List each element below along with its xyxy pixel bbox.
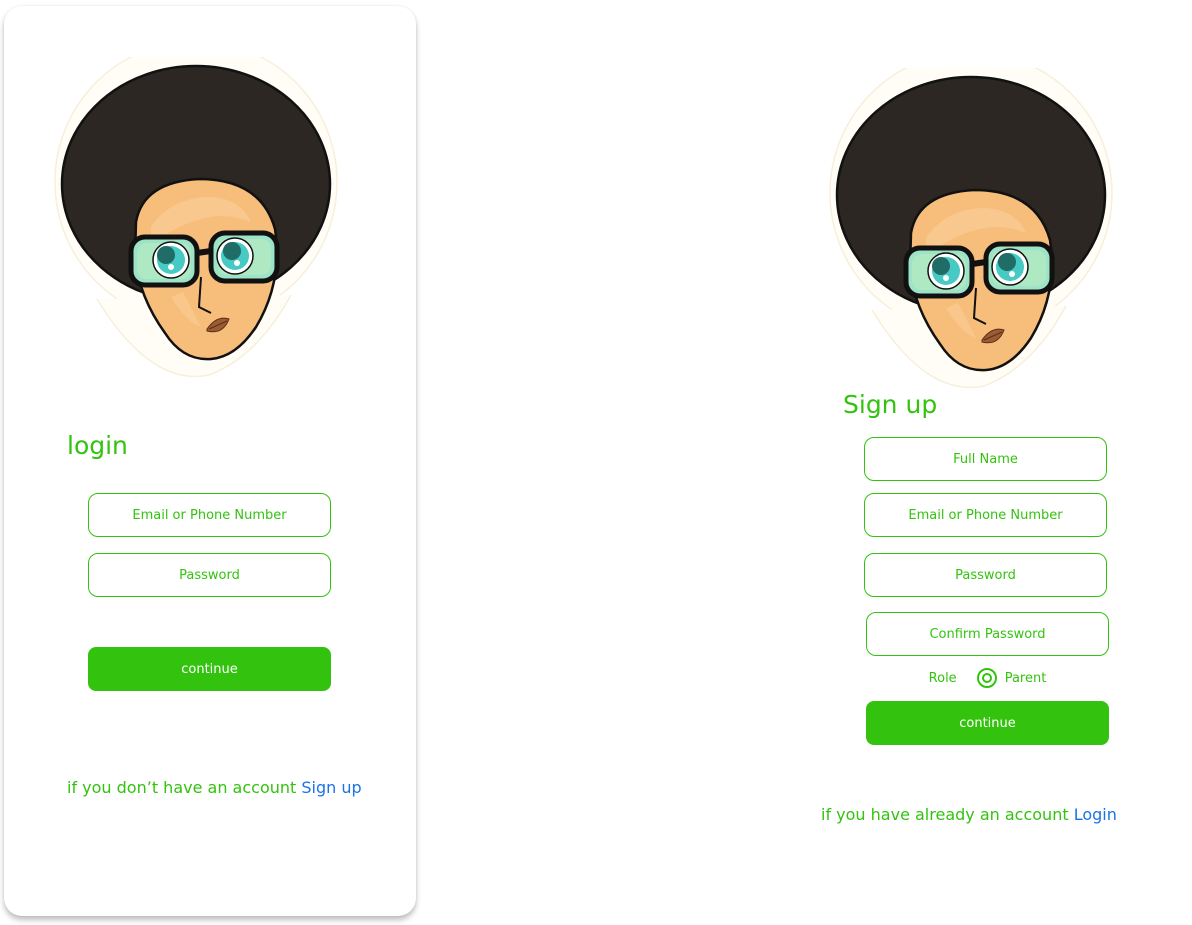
login-link[interactable]: Login xyxy=(1074,805,1117,824)
login-password-input[interactable] xyxy=(88,553,331,597)
signup-title: Sign up xyxy=(843,390,938,419)
signup-footer-text: if you have already an account xyxy=(821,805,1074,824)
stage: login continue if you don’t have an acco… xyxy=(0,0,1192,925)
signup-email-input[interactable] xyxy=(864,493,1107,537)
avatar xyxy=(826,68,1116,388)
signup-link[interactable]: Sign up xyxy=(301,778,361,797)
login-email-input[interactable] xyxy=(88,493,331,537)
login-footer: if you don’t have an account Sign up xyxy=(67,778,362,798)
parent-radio[interactable] xyxy=(976,668,997,688)
login-continue-button[interactable]: continue xyxy=(88,647,331,691)
role-selector: Role Parent xyxy=(866,666,1109,690)
role-label: Role xyxy=(928,670,957,686)
login-footer-text: if you don’t have an account xyxy=(67,778,302,797)
signup-password-input[interactable] xyxy=(864,553,1107,597)
afro-character-icon xyxy=(826,68,1116,388)
role-option-label: Parent xyxy=(1004,670,1047,686)
fullname-input[interactable] xyxy=(864,437,1107,481)
signup-continue-button[interactable]: continue xyxy=(866,701,1109,745)
afro-character-icon xyxy=(51,57,341,377)
avatar xyxy=(51,57,341,377)
login-title: login xyxy=(67,431,128,460)
signup-footer: if you have already an account Login xyxy=(821,805,1117,825)
confirm-password-input[interactable] xyxy=(866,612,1109,656)
